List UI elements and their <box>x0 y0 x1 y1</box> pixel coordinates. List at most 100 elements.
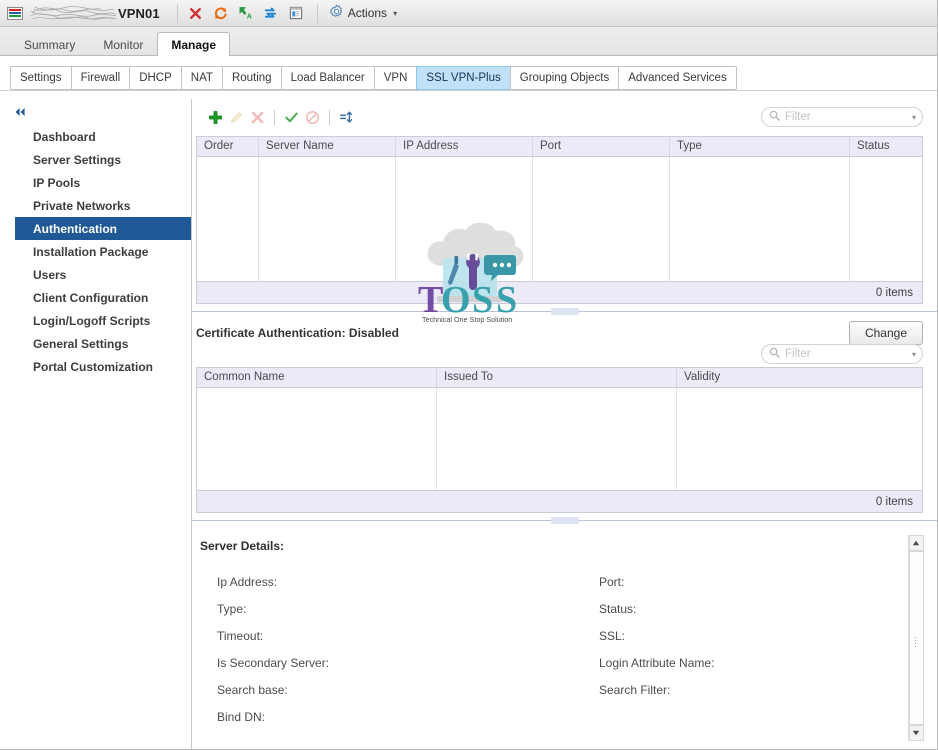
filter-input-certificates[interactable]: Filter ▾ <box>761 344 923 364</box>
field-label-is-secondary-server: Is Secondary Server: <box>217 656 330 670</box>
column-header-status[interactable]: Status <box>850 137 922 156</box>
column-header-port[interactable]: Port <box>533 137 670 156</box>
search-icon <box>769 347 780 361</box>
sidebar-item-server-settings[interactable]: Server Settings <box>0 148 191 171</box>
column-header-common-name[interactable]: Common Name <box>197 368 437 387</box>
sidebar-item-dashboard[interactable]: Dashboard <box>0 125 191 148</box>
chevron-down-icon: ▾ <box>911 112 916 122</box>
field-label-status: Status: <box>599 602 637 616</box>
sidebar-item-ip-pools[interactable]: IP Pools <box>0 171 191 194</box>
sidebar-item-client-configuration[interactable]: Client Configuration <box>0 286 191 309</box>
subtab-advanced-services-label: Advanced Services <box>628 72 727 84</box>
subtab-dhcp[interactable]: DHCP <box>129 66 181 90</box>
server-details-fields: Ip Address: Port: Type: Status: Timeout:… <box>196 553 937 724</box>
sidebar-item-private-networks[interactable]: Private Networks <box>0 194 191 217</box>
subtab-load-balancer[interactable]: Load Balancer <box>280 66 374 90</box>
grid-empty-body[interactable] <box>197 388 922 490</box>
sub-tab-group: Settings Firewall DHCP NAT Routing Load … <box>10 66 937 90</box>
tab-manage[interactable]: Manage <box>157 32 231 56</box>
toolbar-divider <box>274 109 275 125</box>
sidebar-item-portal-customization[interactable]: Portal Customization <box>0 355 191 378</box>
edge-appliance-icon <box>7 6 23 20</box>
migrate-icon[interactable]: A <box>235 3 257 23</box>
grid-footer-auth-servers: 0 items <box>197 281 922 303</box>
sync-icon[interactable] <box>260 3 282 23</box>
auth-server-toolbar: Filter ▾ <box>192 99 937 129</box>
subtab-nat[interactable]: NAT <box>180 66 222 90</box>
content-pane: Filter ▾ Order Server Name IP Address Po… <box>192 99 937 749</box>
subtab-routing-label: Routing <box>231 72 272 84</box>
search-icon <box>769 110 780 124</box>
subtab-vpn[interactable]: VPN <box>373 66 417 90</box>
add-button[interactable] <box>206 108 225 127</box>
svg-text:A: A <box>247 13 252 20</box>
details-scrollbar[interactable] <box>908 535 924 741</box>
sidebar-item-login-logoff-scripts[interactable]: Login/Logoff Scripts <box>0 309 191 332</box>
sidebar-item-label: Portal Customization <box>33 359 154 374</box>
subtab-ssl-vpn-plus[interactable]: SSL VPN-Plus <box>416 66 510 90</box>
tab-summary[interactable]: Summary <box>10 32 89 56</box>
subtab-grouping-objects-label: Grouping Objects <box>519 72 610 84</box>
sidebar-item-installation-package[interactable]: Installation Package <box>0 240 191 263</box>
scrollbar-thumb[interactable] <box>908 551 924 725</box>
sidebar-item-label: Installation Package <box>33 244 149 259</box>
sidebar-item-general-settings[interactable]: General Settings <box>0 332 191 355</box>
column-header-server-name[interactable]: Server Name <box>259 137 396 156</box>
field-label-ssl: SSL: <box>599 629 626 643</box>
disable-button[interactable] <box>303 108 322 127</box>
field-label-spacer <box>599 710 937 724</box>
sidebar-item-label: General Settings <box>33 336 129 351</box>
scroll-up-arrow-icon[interactable] <box>908 535 924 551</box>
column-header-validity[interactable]: Validity <box>677 368 922 387</box>
splitter-bottom[interactable] <box>192 516 937 525</box>
splitter-handle[interactable] <box>550 308 579 315</box>
item-count: 0 items <box>875 286 913 299</box>
actions-menu-button[interactable]: Actions ▾ <box>325 4 401 22</box>
reorder-button[interactable] <box>337 108 356 127</box>
grid-empty-body[interactable] <box>197 157 922 281</box>
subtab-routing[interactable]: Routing <box>221 66 281 90</box>
field-label-timeout: Timeout: <box>217 629 264 643</box>
subtab-firewall[interactable]: Firewall <box>70 66 130 90</box>
subtab-vpn-label: VPN <box>383 72 408 84</box>
scroll-down-arrow-icon[interactable] <box>908 725 924 741</box>
tab-monitor[interactable]: Monitor <box>89 32 157 56</box>
field-label-login-attribute-name: Login Attribute Name: <box>599 656 715 670</box>
page-body: Dashboard Server Settings IP Pools Priva… <box>0 99 937 749</box>
change-button[interactable]: Change <box>849 321 923 345</box>
auth-servers-grid: Order Server Name IP Address Port Type S… <box>196 136 923 304</box>
enable-button[interactable] <box>282 108 301 127</box>
toolbar-divider <box>176 3 178 23</box>
edit-button[interactable] <box>227 108 246 127</box>
column-header-ip-address[interactable]: IP Address <box>396 137 533 156</box>
column-header-issued-to[interactable]: Issued To <box>437 368 677 387</box>
grid-column-port <box>533 157 670 281</box>
sidebar-item-users[interactable]: Users <box>0 263 191 286</box>
field-label-type: Type: <box>217 602 247 616</box>
grid-column-validity <box>677 388 922 490</box>
collapse-left-icon[interactable] <box>0 104 191 125</box>
column-header-order[interactable]: Order <box>197 137 259 156</box>
splitter-handle[interactable] <box>550 517 579 524</box>
sub-tab-bar: Settings Firewall DHCP NAT Routing Load … <box>0 56 937 91</box>
subtab-grouping-objects[interactable]: Grouping Objects <box>509 66 619 90</box>
console-icon[interactable] <box>285 3 307 23</box>
grid-footer-certificates: 0 items <box>197 490 922 512</box>
subtab-settings[interactable]: Settings <box>10 66 71 90</box>
filter-input-auth-servers[interactable]: Filter ▾ <box>761 107 923 127</box>
splitter-top[interactable] <box>192 307 937 316</box>
sidebar-item-label: Dashboard <box>33 129 96 144</box>
delete-button[interactable] <box>248 108 267 127</box>
grid-header-row: Common Name Issued To Validity <box>197 368 922 388</box>
chevron-down-icon: ▾ <box>393 8 398 18</box>
scrollbar-track[interactable] <box>908 551 924 725</box>
sidebar-item-authentication[interactable]: Authentication <box>15 217 191 240</box>
power-off-icon[interactable] <box>185 3 207 23</box>
restart-icon[interactable] <box>210 3 232 23</box>
subtab-ssl-vpn-plus-label: SSL VPN-Plus <box>426 72 501 84</box>
item-count: 0 items <box>875 495 913 508</box>
subtab-advanced-services[interactable]: Advanced Services <box>618 66 737 90</box>
column-header-type[interactable]: Type <box>670 137 850 156</box>
filter-placeholder: Filter <box>785 348 811 360</box>
grid-header-row: Order Server Name IP Address Port Type S… <box>197 137 922 157</box>
